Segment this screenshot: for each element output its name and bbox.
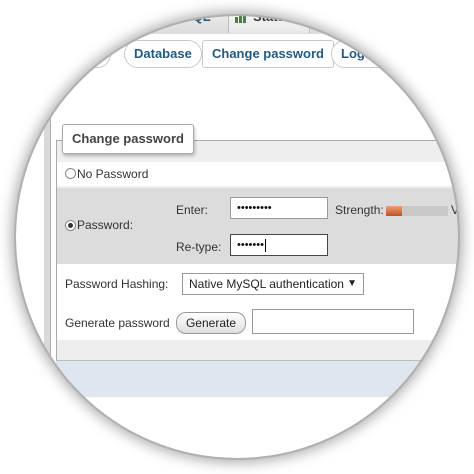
subnav-change-password[interactable]: Change password [202,40,334,68]
status-chart-icon [235,10,247,23]
dropdown-arrow-icon: ▼ [347,278,357,289]
fieldset-legend: Change password [62,124,194,154]
subnav-database[interactable]: Database [124,40,202,68]
no-password-label: No Password [77,167,149,181]
password-label: Password: [77,218,134,232]
password-strength-meter [386,206,448,216]
text-caret [264,238,266,252]
strength-label: Strength: [335,203,384,217]
subnav-general[interactable]: eral [68,40,112,68]
tab-status[interactable]: Status [228,0,310,33]
form-footer-bar [56,360,474,397]
password-enter-input[interactable]: ••••••••• [230,197,328,219]
tab-sql[interactable]: SQL [158,0,222,33]
generate-button[interactable]: Generate [176,312,246,334]
top-tab-bar: SQL Status [0,0,474,35]
no-password-radio[interactable] [65,168,76,179]
password-hashing-label: Password Hashing: [65,277,169,291]
subnav-login-information[interactable]: Login i [331,40,394,68]
sub-navigation: eral Database Change password Login i [0,34,474,86]
password-hashing-select[interactable]: Native MySQL authentication ▼ [182,273,364,295]
password-retype-input[interactable]: ••••••• [230,234,328,256]
strength-meter-fill [386,206,402,216]
retype-value: ••••••• [237,239,264,251]
password-radio[interactable] [65,220,76,231]
generated-password-input[interactable] [252,309,414,334]
sql-icon [164,9,178,24]
tab-sql-label: SQL [184,9,211,24]
screen: SQL Status eral Database Change password… [0,0,474,474]
retype-label: Re-type: [176,240,222,254]
password-hashing-value: Native MySQL authentication [189,277,344,291]
enter-label: Enter: [176,203,209,217]
left-gutter [44,108,51,408]
strength-text: Ve [451,203,466,217]
tab-status-label: Status [253,9,293,24]
generate-password-label: Generate password [65,316,170,330]
